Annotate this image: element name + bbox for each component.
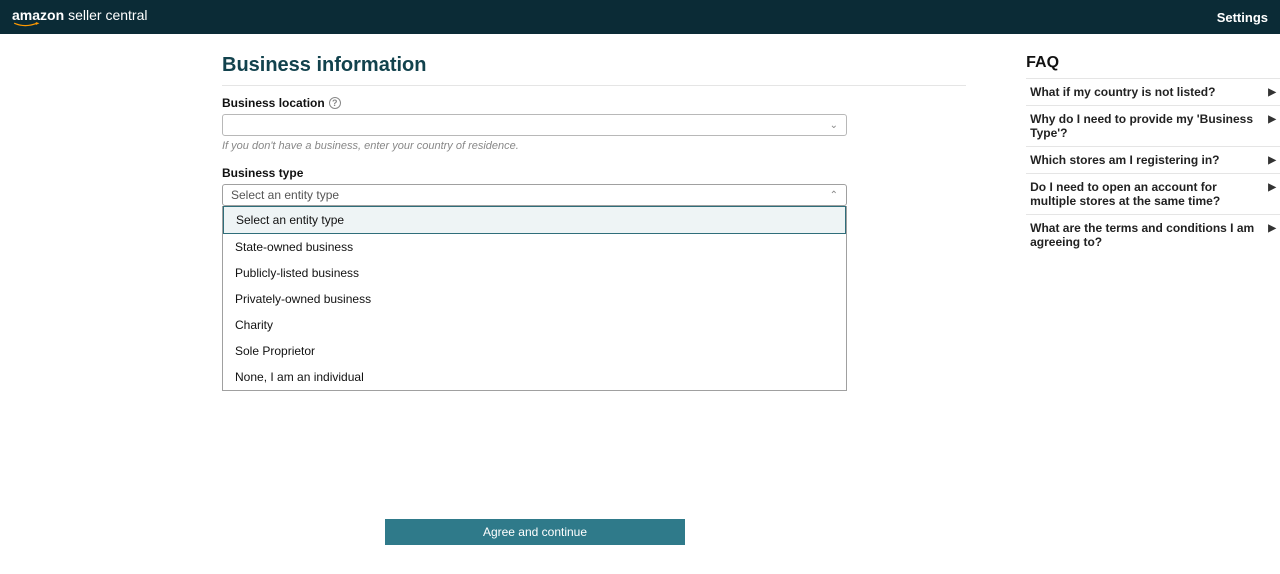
- brand-secondary: seller central: [68, 7, 147, 23]
- option-select-entity-type[interactable]: Select an entity type: [223, 206, 846, 234]
- faq-item-label: Do I need to open an account for multipl…: [1030, 180, 1258, 208]
- brand-logo: amazonseller central: [12, 7, 148, 28]
- business-type-label: Business type: [222, 166, 303, 180]
- triangle-right-icon: ▶: [1268, 114, 1276, 125]
- business-location-field: Business location ? ⌄ If you don't have …: [222, 96, 966, 152]
- business-type-field: Business type Select an entity type ⌃ Se…: [222, 166, 966, 391]
- triangle-right-icon: ▶: [1268, 182, 1276, 193]
- triangle-right-icon: ▶: [1268, 155, 1276, 166]
- business-location-hint: If you don't have a business, enter your…: [222, 140, 966, 152]
- faq-item-label: Why do I need to provide my 'Business Ty…: [1030, 112, 1258, 140]
- option-individual[interactable]: None, I am an individual: [223, 364, 846, 390]
- triangle-right-icon: ▶: [1268, 87, 1276, 98]
- chevron-up-icon: ⌃: [830, 190, 838, 201]
- triangle-right-icon: ▶: [1268, 223, 1276, 234]
- business-type-select[interactable]: Select an entity type ⌃: [222, 184, 847, 206]
- faq-item-terms[interactable]: What are the terms and conditions I am a…: [1026, 214, 1280, 255]
- help-icon[interactable]: ?: [329, 97, 341, 109]
- chevron-down-icon: ⌄: [830, 120, 838, 131]
- option-sole-proprietor[interactable]: Sole Proprietor: [223, 338, 846, 364]
- settings-link[interactable]: Settings: [1217, 10, 1268, 25]
- page-title: Business information: [222, 54, 966, 86]
- brand-primary: amazon: [12, 7, 64, 23]
- business-location-label: Business location: [222, 96, 325, 110]
- agree-continue-button[interactable]: Agree and continue: [385, 519, 685, 545]
- main-panel: Business information Business location ?…: [222, 54, 966, 405]
- faq-item-which-stores[interactable]: Which stores am I registering in? ▶: [1026, 146, 1280, 173]
- option-state-owned[interactable]: State-owned business: [223, 234, 846, 260]
- faq-item-country-not-listed[interactable]: What if my country is not listed? ▶: [1026, 78, 1280, 105]
- faq-title: FAQ: [1026, 54, 1280, 72]
- faq-item-label: What if my country is not listed?: [1030, 85, 1215, 99]
- top-bar: amazonseller central Settings: [0, 0, 1280, 34]
- faq-item-multiple-stores[interactable]: Do I need to open an account for multipl…: [1026, 173, 1280, 214]
- faq-item-business-type[interactable]: Why do I need to provide my 'Business Ty…: [1026, 105, 1280, 146]
- option-publicly-listed[interactable]: Publicly-listed business: [223, 260, 846, 286]
- option-privately-owned[interactable]: Privately-owned business: [223, 286, 846, 312]
- faq-item-label: What are the terms and conditions I am a…: [1030, 221, 1258, 249]
- business-type-dropdown: Select an entity type State-owned busine…: [222, 206, 847, 391]
- business-type-value: Select an entity type: [231, 188, 339, 202]
- option-charity[interactable]: Charity: [223, 312, 846, 338]
- faq-item-label: Which stores am I registering in?: [1030, 153, 1219, 167]
- business-location-select[interactable]: ⌄: [222, 114, 847, 136]
- faq-panel: FAQ What if my country is not listed? ▶ …: [1026, 54, 1280, 405]
